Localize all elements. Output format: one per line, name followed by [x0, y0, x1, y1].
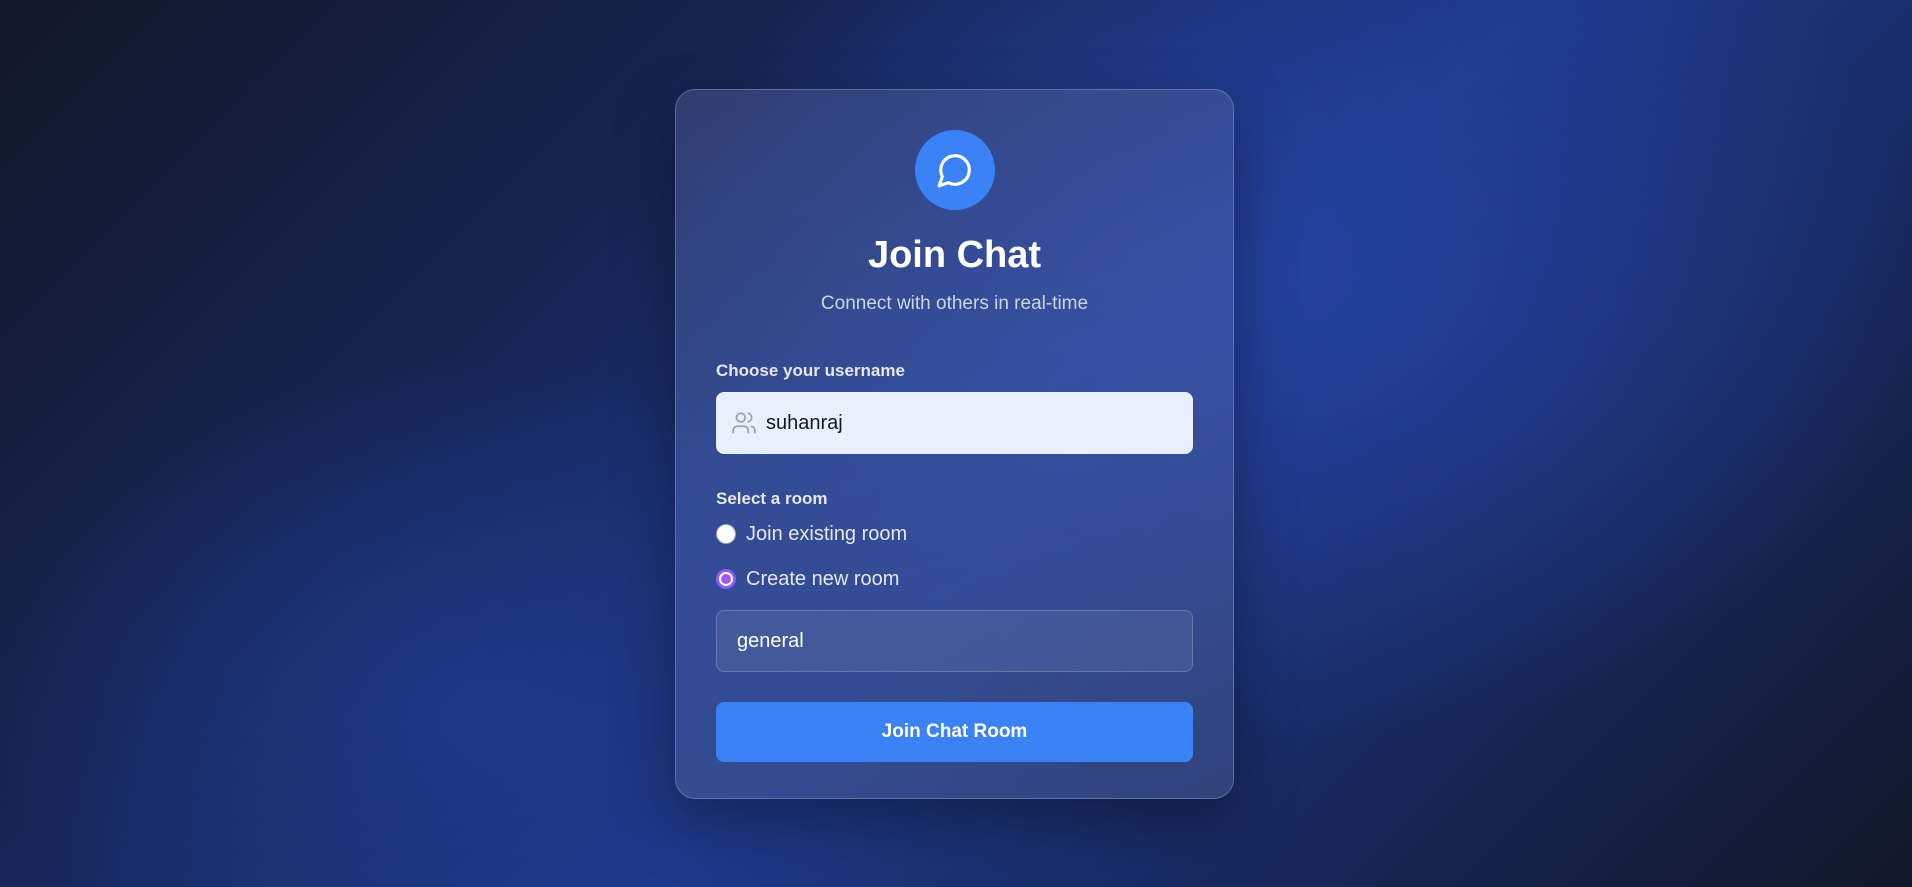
radio-dot	[721, 574, 731, 584]
join-chat-room-button[interactable]: Join Chat Room	[716, 702, 1193, 762]
radio-join-existing-room[interactable]: Join existing room	[716, 521, 1193, 547]
radio-label-create-new: Create new room	[746, 567, 900, 590]
page-subtitle: Connect with others in real-time	[820, 293, 1089, 314]
username-field[interactable]	[716, 392, 1193, 454]
join-chat-card: Join Chat Connect with others in real-ti…	[675, 89, 1234, 799]
radio-create-new-room[interactable]: Create new room	[716, 566, 1193, 592]
room-name-field[interactable]	[716, 610, 1193, 672]
page-title: Join Chat	[867, 234, 1042, 276]
chat-bubble-icon	[937, 154, 971, 188]
radio-label-join-existing: Join existing room	[746, 522, 908, 545]
username-input[interactable]	[766, 411, 1186, 435]
room-label: Select a room	[716, 489, 828, 508]
chat-logo	[914, 130, 995, 210]
room-name-input[interactable]	[737, 629, 1192, 653]
radio-button-unchecked[interactable]	[716, 524, 736, 544]
username-label: Choose your username	[716, 361, 905, 380]
radio-button-checked[interactable]	[716, 569, 736, 589]
users-icon	[732, 412, 756, 434]
